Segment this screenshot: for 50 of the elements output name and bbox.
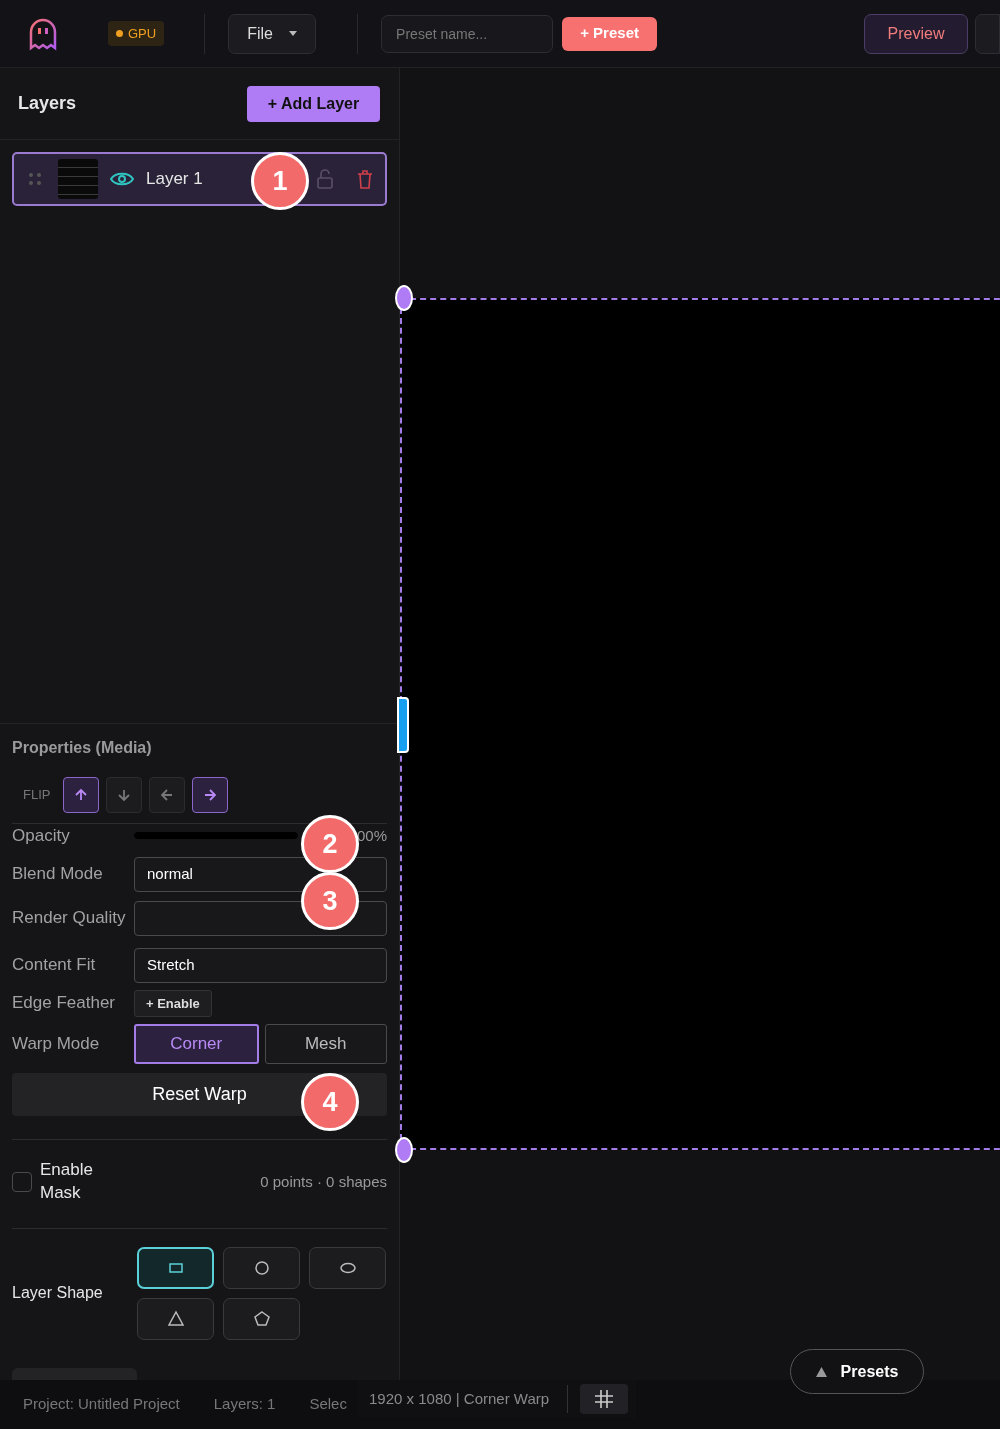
trash-icon[interactable]	[357, 169, 373, 189]
opacity-slider-fill[interactable]	[134, 832, 298, 840]
arrow-down-icon	[116, 787, 133, 803]
preset-name-field[interactable]: Preset name...	[381, 14, 554, 53]
shape-button[interactable]	[137, 1246, 214, 1289]
flip-button[interactable]	[63, 777, 100, 813]
status-text: Project: Untitled Project	[23, 1394, 180, 1415]
flip-button[interactable]	[106, 777, 143, 813]
flip-button[interactable]	[192, 777, 229, 813]
unlock-icon[interactable]	[317, 169, 333, 189]
caret-icon	[289, 31, 297, 36]
edge-handle[interactable]	[397, 697, 409, 753]
triangle-icon	[165, 1308, 186, 1329]
file-menu-button[interactable]: File	[228, 13, 317, 54]
field-label: Warp Mode	[12, 1032, 101, 1055]
opacity-reading: 00%	[356, 825, 387, 846]
pentagon-icon	[251, 1308, 272, 1329]
triangle-up-icon	[815, 1366, 827, 1377]
flip-label: FLIP	[23, 786, 51, 805]
panel-title: Layers	[18, 92, 77, 115]
content-fit-select[interactable]: Stretch	[134, 947, 387, 983]
mask-label: Enable Mask	[40, 1158, 94, 1204]
canvas-info: 1920 x 1080 | Corner Warp	[369, 1388, 550, 1409]
shape-button[interactable]	[137, 1297, 214, 1340]
flip-button[interactable]	[149, 777, 186, 813]
add-layer-button[interactable]: + Add Layer	[247, 85, 380, 122]
arrow-right-icon	[202, 787, 219, 803]
field-label: Layer Shape	[12, 1283, 104, 1304]
layer-name: Layer 1	[146, 168, 203, 191]
eye-icon[interactable]	[110, 171, 134, 187]
warp-mode-tab[interactable]: Mesh	[264, 1023, 387, 1064]
field-label: Edge Feather	[12, 992, 116, 1015]
status-text: Selec	[309, 1394, 347, 1415]
preview-button[interactable]: Preview	[864, 13, 968, 54]
enable-feather-button[interactable]: + Enable	[134, 989, 212, 1017]
field-label: Blend Mode	[12, 863, 104, 886]
warp-mode-tab[interactable]: Corner	[134, 1023, 259, 1064]
presets-button[interactable]: Presets	[790, 1349, 924, 1394]
status-text: Layers: 1	[213, 1394, 276, 1415]
field-label: Render Quality	[12, 907, 127, 930]
field-label: Opacity	[12, 825, 71, 847]
layer-thumbnail	[58, 159, 98, 199]
field-label: Content Fit	[12, 954, 97, 977]
grid-toggle-button[interactable]	[580, 1384, 629, 1414]
gpu-badge: GPU	[108, 20, 165, 47]
mask-summary: 0 points · 0 shapes	[260, 1171, 387, 1192]
grid-icon	[594, 1389, 615, 1409]
drag-handle-icon	[28, 172, 42, 186]
section-title: Properties (Media)	[12, 738, 153, 758]
mask-checkbox[interactable]	[12, 1171, 32, 1192]
